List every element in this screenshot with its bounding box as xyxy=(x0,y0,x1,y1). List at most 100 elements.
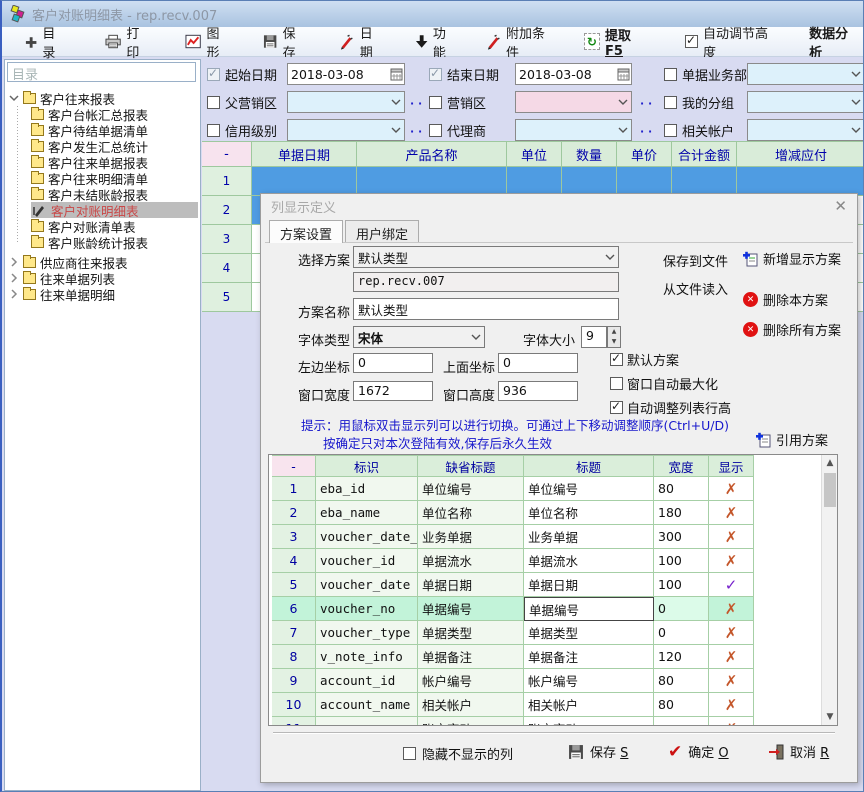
column-row[interactable]: 7 voucher_type 单据类型 单据类型 0 ✗ xyxy=(272,621,754,645)
title-edit-cell[interactable]: 单据编号 xyxy=(524,597,654,621)
biz-dept-checkbox[interactable] xyxy=(664,68,677,81)
my-group-checkbox[interactable] xyxy=(664,96,677,109)
column-row[interactable]: 2 eba_name 单位名称 单位名称 180 ✗ xyxy=(272,501,754,525)
credit-select[interactable] xyxy=(287,119,405,141)
graph-button[interactable]: 图形 xyxy=(181,30,235,54)
add-plan-button[interactable]: 新增显示方案 xyxy=(743,249,841,268)
read-from-file-button[interactable]: 从文件读入 xyxy=(663,279,728,298)
data-analysis-button[interactable]: 数据分析 xyxy=(805,30,863,54)
region-checkbox[interactable] xyxy=(429,96,442,109)
show-flag[interactable]: ✗ xyxy=(709,669,754,693)
column-row[interactable]: 3 voucher_date_no 业务单据 业务单据 300 ✗ xyxy=(272,525,754,549)
hide-hidden-columns-toggle[interactable]: 隐藏不显示的列 xyxy=(403,744,513,763)
hide-columns-checkbox[interactable] xyxy=(403,747,416,760)
close-icon[interactable]: ✕ xyxy=(834,197,847,215)
column-row-selected[interactable]: 6 voucher_no 单据编号 单据编号 0 ✗ xyxy=(272,597,754,621)
win-width-input[interactable]: 1672 xyxy=(353,381,433,401)
column-row[interactable]: 10 account_name 相关帐户 相关帐户 80 ✗ xyxy=(272,693,754,717)
header-cell[interactable]: 增减应付 xyxy=(737,141,864,167)
tab-plan-settings[interactable]: 方案设置 xyxy=(269,220,343,243)
extra-condition-button[interactable]: 附加条件 xyxy=(482,30,560,54)
region-select[interactable] xyxy=(515,91,632,113)
show-flag[interactable]: ✗ xyxy=(709,549,754,573)
chevron-right-icon[interactable] xyxy=(9,257,19,267)
account-select[interactable] xyxy=(747,119,864,141)
plan-name-input[interactable]: 默认类型 xyxy=(353,298,619,320)
left-coord-input[interactable]: 0 xyxy=(353,353,433,373)
tab-user-binding[interactable]: 用户绑定 xyxy=(345,220,419,243)
header-cell[interactable]: 数量 xyxy=(562,141,617,167)
function-button[interactable]: 功能 xyxy=(411,30,462,54)
header-cell[interactable]: - xyxy=(202,141,252,167)
show-flag[interactable]: ✗ xyxy=(709,525,754,549)
parent-region-checkbox[interactable] xyxy=(207,96,220,109)
column-row-partial[interactable]: 11 账户变动 账户变动 ✗ xyxy=(272,717,754,726)
dialog-cancel-button[interactable]: 取消 R xyxy=(768,742,829,761)
refer-plan-button[interactable]: 引用方案 xyxy=(756,430,828,449)
save-to-file-button[interactable]: 保存到文件 xyxy=(663,251,728,270)
top-coord-input[interactable]: 0 xyxy=(498,353,578,373)
column-row[interactable]: 9 account_id 帐户编号 帐户编号 80 ✗ xyxy=(272,669,754,693)
auto-row-height-checkbox[interactable] xyxy=(610,401,623,414)
print-button[interactable]: 打印 xyxy=(101,30,155,54)
calendar-icon[interactable] xyxy=(615,64,631,84)
header-cell[interactable]: 合计金额 xyxy=(672,141,737,167)
show-flag[interactable]: ✗ xyxy=(709,645,754,669)
show-flag[interactable]: ✗ xyxy=(709,621,754,645)
date-button[interactable]: 日期 xyxy=(335,30,388,54)
start-date-input[interactable]: 2018-03-08 xyxy=(287,63,405,85)
account-checkbox[interactable] xyxy=(664,124,677,137)
calendar-icon[interactable] xyxy=(388,64,404,84)
font-size-input[interactable]: 9 xyxy=(581,326,607,348)
default-plan-checkbox[interactable] xyxy=(610,353,623,366)
scroll-up-icon[interactable]: ▲ xyxy=(822,455,838,471)
auto-height-toggle[interactable]: 自动调节高度 xyxy=(681,30,781,54)
dialog-save-button[interactable]: 保存 S xyxy=(568,742,628,761)
win-height-input[interactable]: 936 xyxy=(498,381,578,401)
plan-code-field[interactable]: rep.recv.007 xyxy=(353,272,619,292)
font-type-combo[interactable]: 宋体 xyxy=(353,326,485,348)
end-date-checkbox[interactable] xyxy=(429,68,442,81)
default-plan-toggle[interactable]: 默认方案 xyxy=(610,350,679,369)
tree-item[interactable]: 客户账龄统计报表 xyxy=(31,234,198,250)
agent-checkbox[interactable] xyxy=(429,124,442,137)
header-cell[interactable]: 单价 xyxy=(617,141,672,167)
credit-checkbox[interactable] xyxy=(207,124,220,137)
show-flag[interactable]: ✗ xyxy=(709,693,754,717)
show-flag[interactable]: ✗ xyxy=(709,501,754,525)
header-cell[interactable]: 单据日期 xyxy=(252,141,357,167)
show-flag[interactable]: ✗ xyxy=(709,477,754,501)
select-plan-combo[interactable]: 默认类型 xyxy=(353,246,619,268)
chevron-right-icon[interactable] xyxy=(9,289,19,299)
agent-select[interactable] xyxy=(515,119,632,141)
parent-region-select[interactable] xyxy=(287,91,405,113)
dialog-title-bar[interactable]: 列显示定义 ✕ xyxy=(261,194,857,218)
column-row[interactable]: 4 voucher_id 单据流水 单据流水 100 ✗ xyxy=(272,549,754,573)
delete-all-plans-button[interactable]: ✕ 删除所有方案 xyxy=(743,320,841,339)
show-flag[interactable]: ✓ xyxy=(709,573,754,597)
column-row[interactable]: 1 eba_id 单位编号 单位编号 80 ✗ xyxy=(272,477,754,501)
chevron-down-icon[interactable] xyxy=(9,93,19,103)
auto-height-checkbox[interactable] xyxy=(685,35,698,48)
catalog-button[interactable]: 目录 xyxy=(20,30,71,54)
auto-maximize-checkbox[interactable] xyxy=(610,377,623,390)
dialog-ok-button[interactable]: ✔ 确定 O xyxy=(668,742,729,761)
column-row[interactable]: 5 voucher_date 单据日期 单据日期 100 ✓ xyxy=(272,573,754,597)
my-group-select[interactable] xyxy=(747,91,864,113)
auto-maximize-toggle[interactable]: 窗口自动最大化 xyxy=(610,374,718,393)
column-row[interactable]: 8 v_note_info 单据备注 单据备注 120 ✗ xyxy=(272,645,754,669)
header-cell[interactable]: 产品名称 xyxy=(357,141,507,167)
start-date-checkbox[interactable] xyxy=(207,68,220,81)
delete-plan-button[interactable]: ✕ 删除本方案 xyxy=(743,290,828,309)
biz-dept-select[interactable] xyxy=(747,63,864,85)
tree-root-voucher-detail[interactable]: 往来单据明细 xyxy=(9,286,198,302)
extract-button[interactable]: ↻ 提取F5 xyxy=(580,30,651,54)
font-size-stepper[interactable]: ▲▼ xyxy=(607,326,621,348)
grid-scrollbar[interactable]: ▲ ▼ xyxy=(821,455,837,725)
end-date-input[interactable]: 2018-03-08 xyxy=(515,63,632,85)
report-row[interactable]: 1 xyxy=(202,167,864,196)
scroll-down-icon[interactable]: ▼ xyxy=(822,709,838,725)
header-cell[interactable]: 单位 xyxy=(507,141,562,167)
show-flag[interactable]: ✗ xyxy=(709,717,754,726)
chevron-right-icon[interactable] xyxy=(9,273,19,283)
